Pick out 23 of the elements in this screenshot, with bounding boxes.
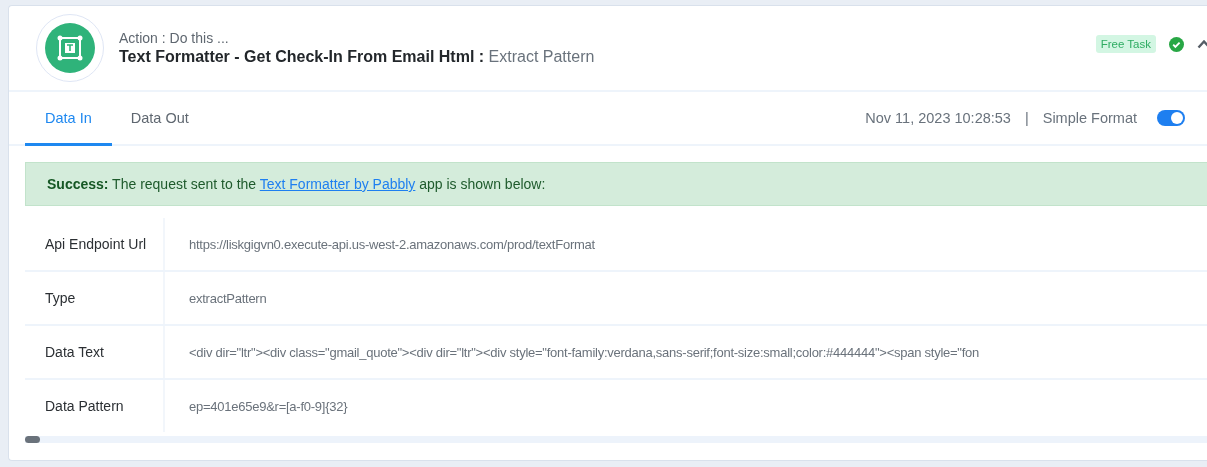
field-label: Type: [25, 272, 165, 324]
success-check-icon: [1169, 36, 1184, 52]
success-message: Success: The request sent to the Text Formatter by Pabbly app is shown below:: [25, 162, 1207, 206]
tab[interactable]: Data In: [25, 92, 112, 146]
field-value: extractPattern: [188, 290, 267, 306]
simple-format-label: Simple Format: [1042, 110, 1137, 126]
horizontal-scrollbar[interactable]: [25, 436, 1207, 443]
field-label: Api Endpoint Url: [25, 218, 165, 270]
simple-format-toggle[interactable]: [1157, 110, 1185, 126]
field-value: ep=401e65e9&r=[a-f0-9]{32}: [188, 398, 348, 414]
separator: |: [1024, 110, 1029, 126]
app-link[interactable]: Text Formatter by Pabbly: [259, 176, 416, 192]
field-label: Data Text: [25, 326, 165, 378]
field-value: https://liskgigvn0.execute-api.us-west-2.amazonaws.com/prod/textFormat: [188, 236, 595, 252]
timestamp: Nov 11, 2023 10:28:53: [865, 110, 1011, 126]
field-value: <div dir="ltr"><div class="gmail_quote"><div dir="ltr"><div style="font-family:verdana,sans-serif;font-size:small;color:#444444"><span style="fon: [188, 344, 980, 360]
field-label: Data Pattern: [25, 380, 165, 432]
free-task-badge: Free Task: [1095, 35, 1156, 53]
step-title: Text Formatter - Get Check-In From Email Html :: [119, 48, 485, 65]
step-subtitle: Action : Do this ...: [119, 30, 230, 46]
collapse-chevron-icon[interactable]: [1197, 39, 1207, 49]
tab[interactable]: Data Out: [111, 92, 208, 146]
action-name: Extract Pattern: [488, 48, 595, 65]
